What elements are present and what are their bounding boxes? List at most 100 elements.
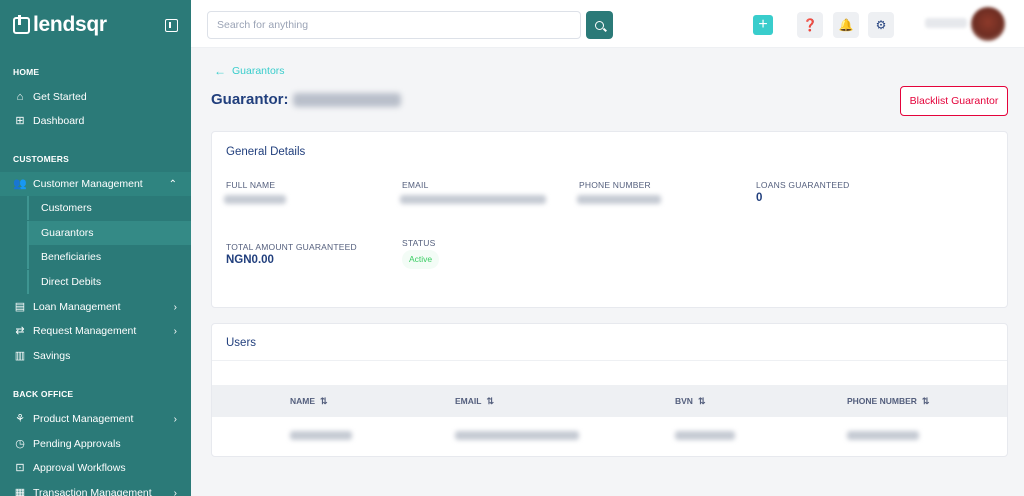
general-details-heading: General Details (226, 146, 306, 158)
help-button[interactable]: ❓ (797, 12, 823, 38)
chevron-right-icon: › (173, 301, 177, 313)
chevron-right-icon: › (173, 325, 177, 337)
back-to-guarantors-link[interactable]: ← Guarantors (214, 64, 285, 78)
sidebar-item-label: Beneficiaries (41, 251, 102, 263)
sidebar-item-label: Direct Debits (41, 276, 102, 288)
sidebar-item-label: Customers (41, 202, 92, 214)
sidebar-item-label: Customer Management (33, 178, 143, 190)
sort-icon[interactable]: ⇅ (922, 396, 930, 406)
help-book-icon: ❓ (802, 18, 818, 32)
general-details-card: General Details FULL NAME EMAIL PHONE NU… (211, 131, 1008, 308)
sidebar-item-beneficiaries[interactable]: Beneficiaries (27, 245, 191, 269)
section-title-back-office: BACK OFFICE (13, 389, 74, 399)
sidebar-item-label: Guarantors (41, 227, 94, 239)
column-header-phone-number[interactable]: PHONE NUMBER ⇅ (847, 385, 929, 417)
sidebar-item-direct-debits[interactable]: Direct Debits (27, 270, 191, 294)
full-name-label: FULL NAME (226, 180, 276, 190)
section-title-home: HOME (13, 67, 40, 77)
chevron-right-icon: › (173, 413, 177, 425)
sidebar-item-label: Pending Approvals (33, 438, 121, 450)
workflow-icon: ⊡ (15, 461, 25, 474)
phone-number-label: PHONE NUMBER (579, 180, 651, 190)
sidebar-item-savings[interactable]: ▥ Savings (0, 344, 191, 368)
product-icon: ⚘ (15, 412, 25, 425)
sidebar-item-request-management[interactable]: ⇄ Request Management › (0, 319, 191, 343)
sidebar-item-loan-management[interactable]: ▤ Loan Management › (0, 295, 191, 319)
search-icon (595, 20, 604, 30)
search-box (207, 11, 581, 39)
blacklist-guarantor-button[interactable]: Blacklist Guarantor (900, 86, 1008, 116)
sidebar-item-guarantors[interactable]: Guarantors (27, 221, 191, 245)
users-icon: 👥 (13, 177, 27, 190)
column-header-name[interactable]: NAME ⇅ (290, 385, 328, 417)
clock-icon: ◷ (15, 437, 25, 450)
logo-text: lendsqr (33, 13, 107, 36)
bell-icon: 🔔 (838, 18, 854, 32)
users-heading: Users (226, 337, 257, 349)
logo-icon (13, 14, 30, 34)
sidebar-item-dashboard[interactable]: ⊞ Dashboard (0, 109, 191, 133)
column-header-email[interactable]: EMAIL ⇅ (455, 385, 494, 417)
page-title-prefix: Guarantor: (211, 91, 289, 108)
request-icon: ⇄ (15, 324, 25, 337)
sort-icon[interactable]: ⇅ (698, 396, 706, 406)
chevron-right-icon: › (173, 487, 177, 496)
user-name[interactable] (925, 18, 967, 28)
loans-guaranteed-label: LOANS GUARANTEED (756, 180, 850, 190)
sidebar-item-pending-approvals[interactable]: ◷ Pending Approvals (0, 432, 191, 456)
page-title: Guarantor: (211, 91, 401, 108)
sort-icon[interactable]: ⇅ (320, 396, 328, 406)
avatar[interactable] (971, 7, 1005, 41)
gear-icon: ⚙ (875, 18, 887, 32)
status-badge: Active (402, 250, 440, 269)
redacted-user-name (290, 431, 352, 440)
sidebar-item-label: Request Management (33, 325, 137, 337)
redacted-email (400, 195, 546, 204)
add-button[interactable]: + (753, 15, 773, 35)
sidebar-item-label: Savings (33, 350, 71, 362)
sidebar-item-label: Dashboard (33, 115, 85, 127)
notifications-button[interactable]: 🔔 (833, 12, 859, 38)
chevron-up-icon: ⌃ (168, 178, 177, 190)
users-divider (212, 360, 1007, 361)
redacted-user-bvn (675, 431, 735, 440)
arrow-left-icon: ← (214, 64, 226, 78)
redacted-full-name (224, 195, 286, 204)
sidebar-item-label: Get Started (33, 91, 87, 103)
sidebar-item-customer-management[interactable]: 👥 Customer Management ⌃ (0, 172, 191, 196)
sidebar-item-transaction-management[interactable]: ▦ Transaction Management › (0, 481, 191, 496)
transaction-icon: ▦ (14, 486, 26, 496)
table-row[interactable] (212, 417, 1007, 453)
sidebar-item-label: Transaction Management (33, 487, 152, 496)
sort-icon[interactable]: ⇅ (486, 396, 494, 406)
settings-button[interactable]: ⚙ (868, 12, 894, 38)
total-amount-guaranteed-label: TOTAL AMOUNT GUARANTEED (226, 242, 357, 252)
sidebar: lendsqr HOME ⌂ Get Started ⊞ Dashboard C… (0, 0, 191, 496)
redacted-phone-number (577, 195, 661, 204)
redacted-user-email (455, 431, 579, 440)
sidebar-item-product-management[interactable]: ⚘ Product Management › (0, 407, 191, 431)
logo[interactable]: lendsqr (0, 0, 191, 50)
topbar: + ❓ 🔔 ⚙ (191, 0, 1024, 48)
home-icon: ⌂ (16, 90, 24, 103)
loan-icon: ▤ (14, 300, 26, 313)
sidebar-item-label: Loan Management (33, 301, 121, 313)
sidebar-item-approval-workflows[interactable]: ⊡ Approval Workflows (0, 456, 191, 480)
dashboard-icon: ⊞ (15, 114, 25, 127)
back-link-label: Guarantors (232, 65, 285, 77)
redacted-guarantor-name (292, 92, 401, 107)
search-button[interactable] (586, 11, 613, 39)
search-input[interactable] (217, 19, 580, 31)
collapse-sidebar-icon[interactable] (165, 19, 178, 32)
section-title-customers: CUSTOMERS (13, 154, 69, 164)
email-label: EMAIL (402, 180, 429, 190)
sidebar-item-get-started[interactable]: ⌂ Get Started (0, 85, 191, 109)
users-table-header: NAME ⇅ EMAIL ⇅ BVN ⇅ PHONE NUMBER ⇅ (212, 385, 1007, 417)
users-card: Users NAME ⇅ EMAIL ⇅ BVN ⇅ PHONE NUMBER ⇅ (211, 323, 1008, 457)
column-header-bvn[interactable]: BVN ⇅ (675, 385, 706, 417)
total-amount-guaranteed-value: NGN0.00 (226, 254, 274, 266)
savings-icon: ▥ (14, 349, 26, 362)
sidebar-item-label: Product Management (33, 413, 134, 425)
sidebar-item-customers[interactable]: Customers (27, 196, 191, 220)
status-label: STATUS (402, 238, 436, 248)
